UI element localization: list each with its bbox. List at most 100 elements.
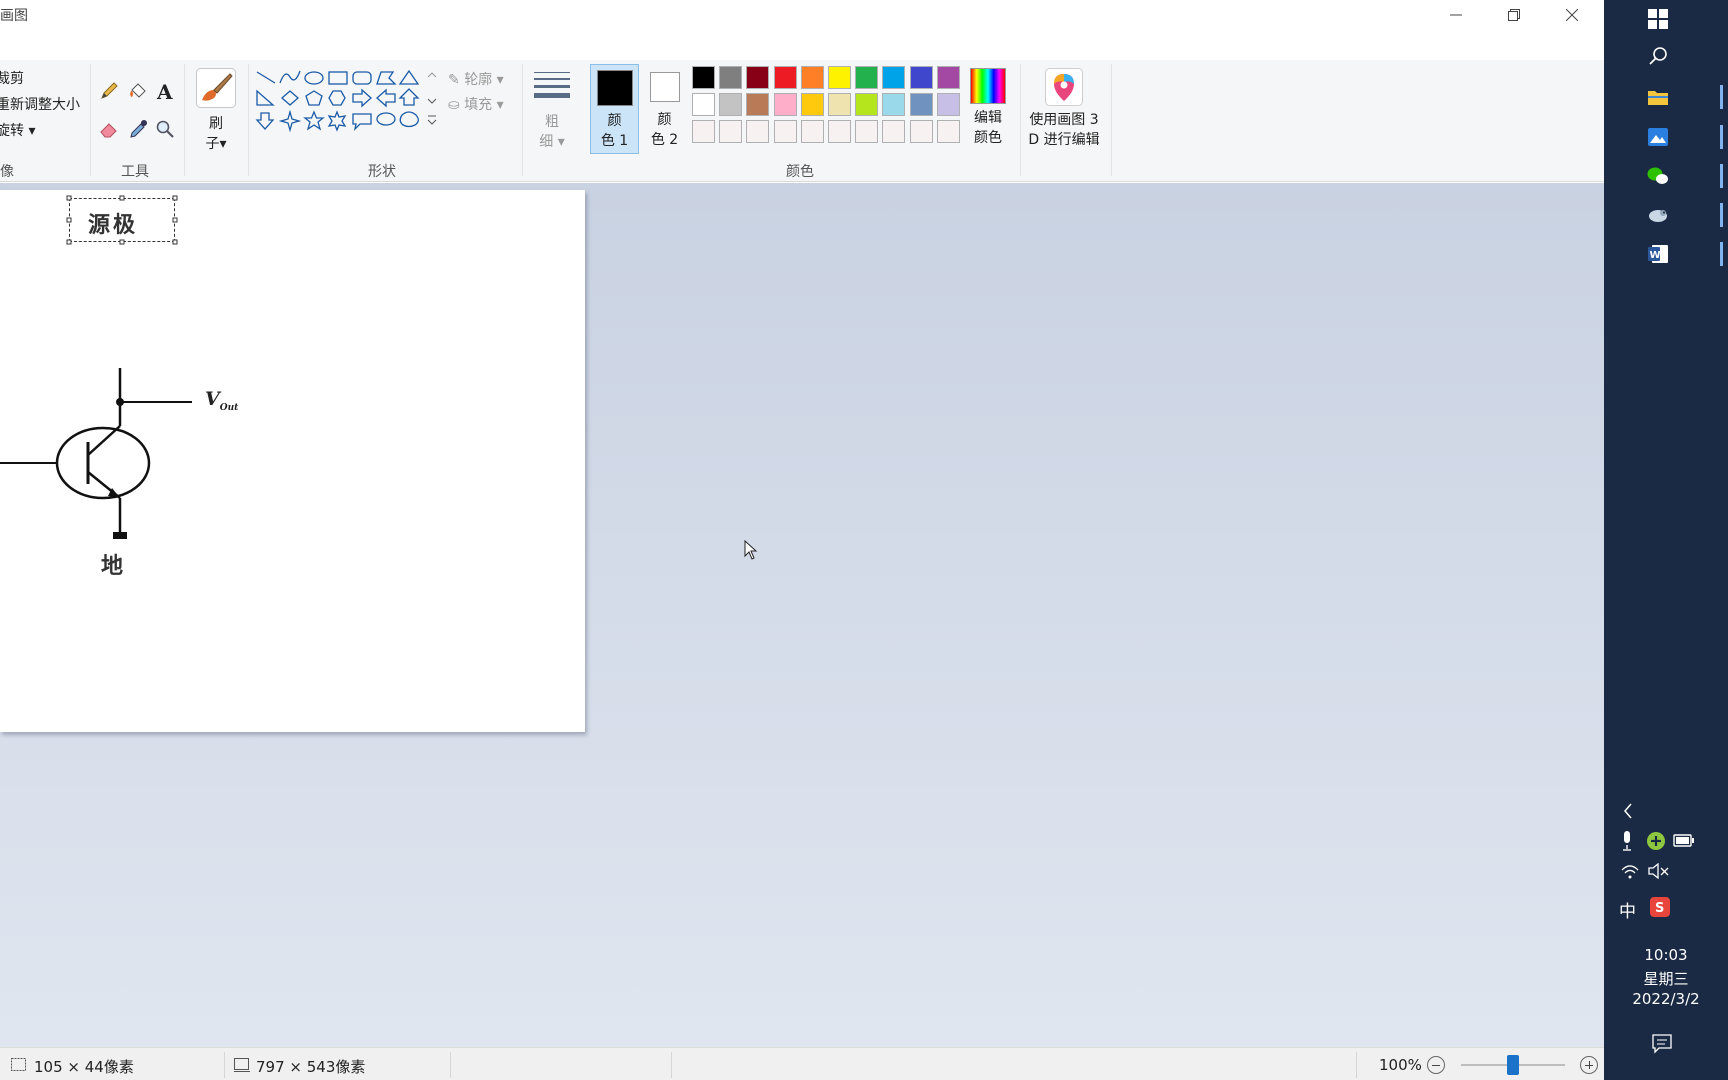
color1-button[interactable]: 颜 色 1 [590,64,639,154]
title-bar: 画图 [0,0,1604,30]
windows-start-icon[interactable] [1642,3,1674,35]
edit-colors-label-1: 编辑 [974,110,1002,126]
ime-indicator[interactable]: 中 [1619,897,1636,922]
sogou-input-icon[interactable]: S [1650,897,1670,917]
shapes-group-label: 形状 [368,164,396,180]
group-divider [184,64,185,176]
clock-weekday[interactable]: 星期三 [1604,968,1728,989]
drawing-canvas[interactable]: 源极 VOut 地 [0,190,585,732]
brush-button[interactable]: 刷 子▾ [193,68,239,154]
wifi-icon[interactable] [1620,862,1640,880]
color-swatch[interactable] [855,93,879,116]
color-swatch[interactable] [855,120,879,143]
color-swatch[interactable] [855,66,879,89]
clock-time[interactable]: 10:03 [1604,946,1728,964]
window-title: 画图 [0,8,28,24]
color-swatch[interactable] [936,66,960,89]
shape-fill-button[interactable]: ⛀ 填充 ▾ [448,94,504,114]
group-divider [1020,64,1021,176]
color-swatch[interactable] [692,66,715,89]
ribbon-tabs-area [0,30,1604,60]
close-button[interactable] [1543,0,1601,30]
running-indicator [1720,125,1723,149]
color1-label-1: 颜 [607,113,622,129]
color-picker-icon[interactable] [126,117,150,141]
size-lines-icon [534,72,570,98]
taskbar: W 中 S 10:03 星期三 2022/3/2 [1604,0,1728,1080]
notification-center-icon[interactable] [1652,1034,1672,1054]
ground-label: 地 [101,554,124,579]
color-swatch[interactable] [800,120,824,143]
color-swatch[interactable] [746,66,770,89]
color-swatch[interactable] [828,120,851,143]
color-swatch[interactable] [936,120,960,143]
mouse-cursor-icon [744,540,758,560]
color-swatch[interactable] [882,93,906,116]
wechat-icon[interactable] [1642,160,1674,192]
brush-label-1: 刷 [209,116,223,132]
size-button[interactable]: 粗 细 ▾ [528,68,576,152]
size-label-2: 细 ▾ [539,134,565,150]
selection-size-icon [11,1058,26,1071]
color-swatch[interactable] [692,93,715,116]
paint3d-button[interactable]: 使用画图 3 D 进行编辑 [1024,68,1104,150]
color-swatch[interactable] [909,93,933,116]
minimize-button[interactable] [1427,0,1485,30]
color-swatch[interactable] [746,93,770,116]
status-divider [450,1052,451,1078]
text-icon[interactable]: A [153,79,177,103]
app-tray-plus-icon[interactable] [1646,831,1666,851]
color-swatch[interactable] [882,66,906,89]
color-swatch[interactable] [909,66,933,89]
color-swatch[interactable] [719,120,743,143]
color-swatch[interactable] [909,120,933,143]
file-explorer-icon[interactable] [1642,81,1674,113]
magnifier-icon[interactable] [153,117,177,141]
color2-button[interactable]: 颜 色 2 [640,64,689,154]
color-swatch[interactable] [719,93,743,116]
color-swatch[interactable] [828,93,851,116]
color1-label: 颜 色 1 [591,111,638,151]
microphone-icon[interactable] [1621,831,1633,851]
color-swatch[interactable] [800,66,824,89]
search-icon[interactable] [1642,40,1674,72]
zoom-out-button[interactable] [1427,1056,1445,1074]
eraser-icon[interactable] [97,117,121,141]
color-swatch[interactable] [746,120,770,143]
battery-icon[interactable] [1673,834,1695,848]
shape-outline-button[interactable]: ✎ 轮廓 ▾ [448,69,504,89]
photos-icon[interactable] [1642,121,1674,153]
color-swatch[interactable] [936,93,960,116]
color-swatch[interactable] [692,120,715,143]
color-swatch[interactable] [719,66,743,89]
word-icon[interactable]: W [1642,238,1674,270]
pencil-icon[interactable] [97,79,121,103]
restore-button[interactable] [1485,0,1543,30]
app-bird-icon[interactable] [1642,199,1674,231]
volume-muted-icon[interactable] [1648,863,1670,879]
color-swatch[interactable] [773,66,797,89]
image-size: 797 × 543像素 [256,1058,366,1076]
zoom-slider-track[interactable] [1461,1055,1565,1075]
color-swatch[interactable] [773,120,797,143]
fill-icon: ⛀ [448,97,460,113]
color-swatch[interactable] [828,66,851,89]
fill-bucket-icon[interactable] [126,79,150,103]
color-swatch[interactable] [800,93,824,116]
edit-colors-button[interactable]: 编辑 颜色 [966,68,1010,148]
status-bar: 105 × 44像素 797 × 543像素 100% [0,1047,1604,1080]
canvas-workspace[interactable]: 源极 VOut 地 [0,183,1604,1047]
show-hidden-icons-icon[interactable] [1622,803,1634,819]
minimize-icon [1450,14,1462,16]
crop-button[interactable]: 裁剪 [0,68,24,88]
zoom-slider-thumb[interactable] [1507,1055,1519,1075]
color-swatch[interactable] [773,93,797,116]
color-swatch[interactable] [882,120,906,143]
group-divider [90,64,91,176]
svg-text:S: S [1655,901,1664,916]
clock-date[interactable]: 2022/3/2 [1604,990,1728,1008]
rotate-button[interactable]: 旋转 ▾ [0,120,35,140]
close-icon [1566,9,1578,21]
zoom-in-button[interactable] [1580,1056,1598,1074]
resize-button[interactable]: 重新调整大小 [0,94,80,114]
